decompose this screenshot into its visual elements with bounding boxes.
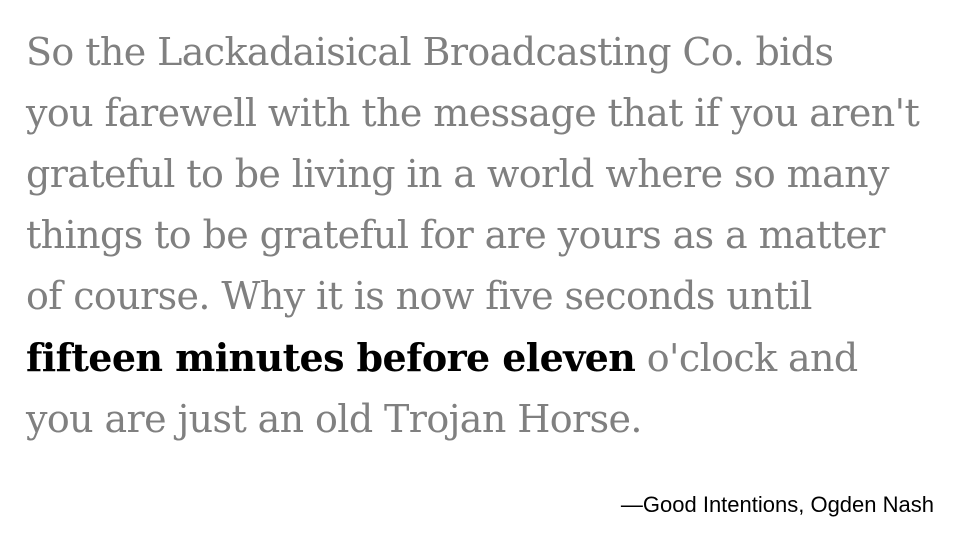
quote-text: So the Lackadaisical Broadcasting Co. bi…: [26, 22, 946, 450]
quote-line-6-rest: o'clock and: [635, 336, 858, 380]
quote-line-5: of course. Why it is now five seconds un…: [26, 274, 812, 318]
quote-line-3: grateful to be living in a world where s…: [26, 152, 889, 196]
quote-line-7: you are just an old Trojan Horse.: [26, 397, 642, 441]
quote-line-6: fifteen minutes before eleven o'clock an…: [26, 327, 946, 389]
quote-line-2: you farewell with the message that if yo…: [26, 91, 920, 135]
quote-emphasis: fifteen minutes before eleven: [26, 335, 636, 380]
quote-line-4: things to be grateful for are yours as a…: [26, 213, 885, 257]
attribution: —Good Intentions, Ogden Nash: [620, 492, 934, 517]
quote-line-1: So the Lackadaisical Broadcasting Co. bi…: [26, 30, 834, 74]
